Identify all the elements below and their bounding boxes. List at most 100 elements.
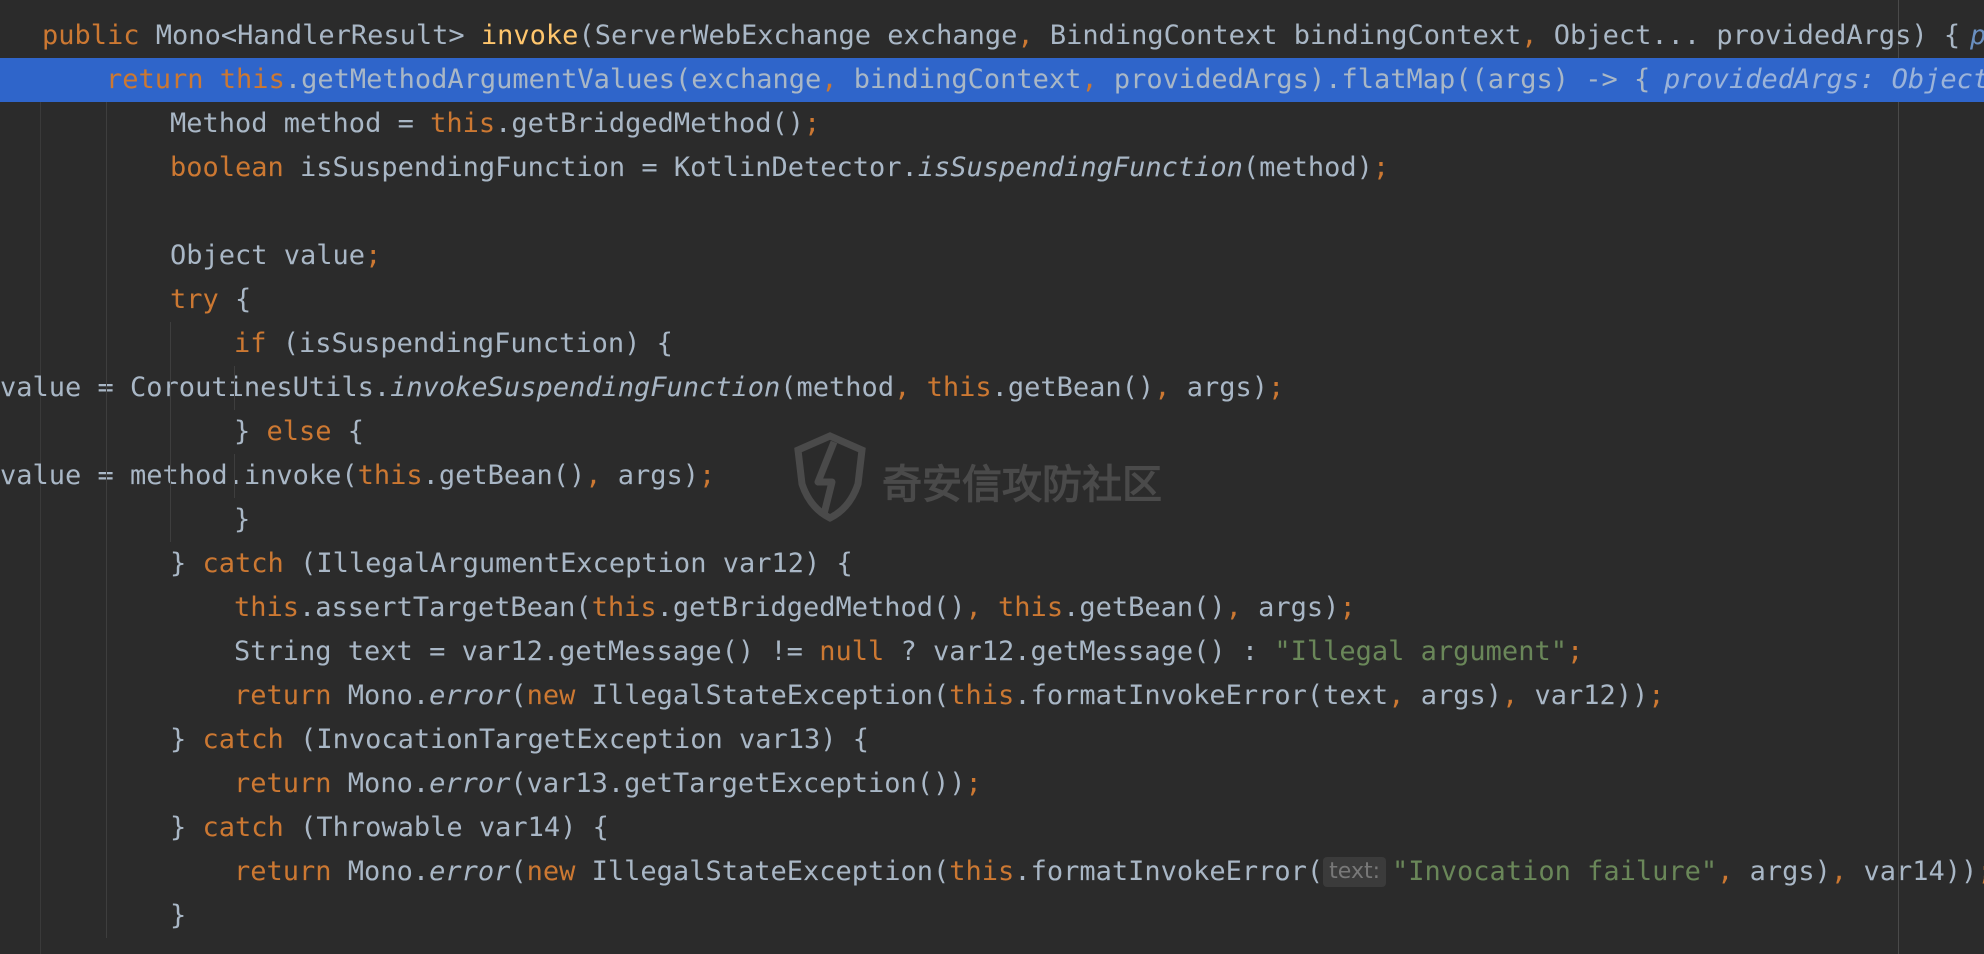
code-token: if — [234, 328, 283, 359]
code-line[interactable]: } catch (InvocationTargetException var13… — [0, 718, 1984, 762]
code-token: ( — [510, 680, 527, 711]
code-token: (ServerWebExchange exchange — [578, 20, 1018, 51]
code-line[interactable]: value = method.invoke(this.getBean(), ar… — [0, 454, 1984, 498]
line-text: Object value; — [170, 234, 381, 278]
code-token: IllegalStateException( — [591, 856, 950, 887]
code-line[interactable]: } else { — [0, 410, 1984, 454]
code-line-current[interactable]: return this.getMethodArgumentValues(exch… — [0, 58, 1984, 102]
code-token: } — [170, 812, 203, 843]
code-token: BindingContext bindingContext — [1049, 20, 1522, 51]
code-token: } — [170, 724, 203, 755]
code-token: (Throwable var14) { — [300, 812, 609, 843]
code-line[interactable]: public Mono<HandlerResult> invoke(Server… — [0, 14, 1984, 58]
line-text: boolean isSuspendingFunction = KotlinDet… — [170, 146, 1389, 190]
code-line[interactable]: Object value; — [0, 234, 1984, 278]
code-token: .formatInvokeError( — [1014, 856, 1324, 887]
code-line[interactable]: try { — [0, 278, 1984, 322]
code-line[interactable]: if (isSuspendingFunction) { — [0, 322, 1984, 366]
code-token: this — [219, 64, 285, 95]
code-token: ; — [1267, 372, 1285, 403]
inline-debug-value-hint: p — [1970, 14, 1984, 58]
code-token: ? var12.getMessage() : — [900, 636, 1275, 667]
code-token: , — [1081, 64, 1114, 95]
code-line[interactable] — [0, 190, 1984, 234]
code-token: boolean — [170, 152, 301, 183]
code-line[interactable]: value = CoroutinesUtils.invokeSuspending… — [0, 366, 1984, 410]
code-token: , — [1717, 856, 1750, 887]
code-token: return — [234, 680, 348, 711]
code-line[interactable]: } catch (IllegalArgumentException var12)… — [0, 542, 1984, 586]
line-text: return Mono.error(new IllegalStateExcept… — [234, 674, 1665, 718]
code-token: } — [170, 900, 187, 931]
code-editor[interactable]: public Mono<HandlerResult> invoke(Server… — [0, 0, 1984, 954]
code-token: Method method = — [170, 108, 431, 139]
code-token: .getBridgedMethod() — [495, 108, 804, 139]
code-token: (InvocationTargetException var13) { — [300, 724, 870, 755]
code-line[interactable]: this.assertTargetBean(this.getBridgedMet… — [0, 586, 1984, 630]
line-text: } catch (InvocationTargetException var13… — [170, 718, 869, 762]
code-token: providedArgs).flatMap((args) -> { — [1113, 64, 1651, 95]
line-text: value = CoroutinesUtils.invokeSuspending… — [0, 366, 1284, 410]
code-token: (IllegalArgumentException var12) { — [300, 548, 853, 579]
code-token: try — [170, 284, 236, 315]
code-line[interactable]: String text = var12.getMessage() != null… — [0, 630, 1984, 674]
code-token: ; — [1339, 592, 1356, 623]
code-token: return — [234, 856, 348, 887]
code-line[interactable]: return Mono.error(new IllegalStateExcept… — [0, 850, 1984, 894]
code-token: catch — [202, 548, 301, 579]
code-line[interactable]: boolean isSuspendingFunction = KotlinDet… — [0, 146, 1984, 190]
line-text: } catch (IllegalArgumentException var12)… — [170, 542, 853, 586]
code-token: ; — [365, 240, 382, 271]
code-line[interactable]: Method method = this.getBridgedMethod(); — [0, 102, 1984, 146]
code-token: Mono. — [347, 768, 430, 799]
code-token: args) — [1258, 592, 1340, 623]
code-line[interactable]: return Mono.error(var13.getTargetExcepti… — [0, 762, 1984, 806]
code-token: invokeSuspendingFunction — [390, 372, 781, 403]
code-token: { — [235, 284, 252, 315]
code-token: , — [1017, 20, 1050, 51]
code-token: args) — [1749, 856, 1831, 887]
code-token: .getBean() — [422, 460, 586, 491]
code-token: ; — [1977, 856, 1984, 887]
code-token: Object... providedArgs) { — [1553, 20, 1961, 51]
code-token: this — [949, 680, 1015, 711]
line-text: try { — [170, 278, 251, 322]
line-text: return Mono.error(new IllegalStateExcept… — [234, 850, 1984, 894]
code-token: } — [234, 504, 251, 535]
code-token: (isSuspendingFunction) { — [282, 328, 673, 359]
code-token: Mono<HandlerResult> — [155, 20, 481, 51]
code-token: , — [1501, 680, 1535, 711]
indent-guide — [234, 366, 235, 410]
code-token: isSuspendingFunction = KotlinDetector. — [300, 152, 918, 183]
code-token: var12)) — [1534, 680, 1649, 711]
code-line[interactable]: } — [0, 498, 1984, 542]
code-token: isSuspendingFunction — [917, 152, 1243, 183]
code-token: var14)) — [1863, 856, 1978, 887]
code-line[interactable]: } catch (Throwable var14) { — [0, 806, 1984, 850]
code-token: value = CoroutinesUtils. — [0, 372, 391, 403]
code-token: Mono. — [347, 856, 430, 887]
code-token: "Illegal argument" — [1274, 636, 1567, 667]
code-token: (method — [780, 372, 895, 403]
code-token: error — [429, 680, 511, 711]
code-token: ; — [1372, 152, 1390, 183]
code-token: error — [429, 856, 511, 887]
code-line[interactable]: return Mono.error(new IllegalStateExcept… — [0, 674, 1984, 718]
code-token: } — [234, 416, 267, 447]
code-token: this — [591, 592, 657, 623]
line-text: Method method = this.getBridgedMethod(); — [170, 102, 820, 146]
code-token: .assertTargetBean( — [299, 592, 592, 623]
code-token: this — [234, 592, 300, 623]
line-text: if (isSuspendingFunction) { — [234, 322, 673, 366]
code-token: "Invocation failure" — [1392, 856, 1718, 887]
code-token: Object value — [170, 240, 366, 271]
code-token: this — [926, 372, 992, 403]
code-token: , — [821, 64, 854, 95]
code-token: this — [357, 460, 423, 491]
code-token: this — [998, 592, 1064, 623]
code-token: new — [526, 680, 592, 711]
line-text: return this.getMethodArgumentValues(exch… — [106, 58, 1650, 102]
code-token: ; — [965, 768, 982, 799]
code-line[interactable]: } — [0, 894, 1984, 938]
code-token: , — [1521, 20, 1554, 51]
